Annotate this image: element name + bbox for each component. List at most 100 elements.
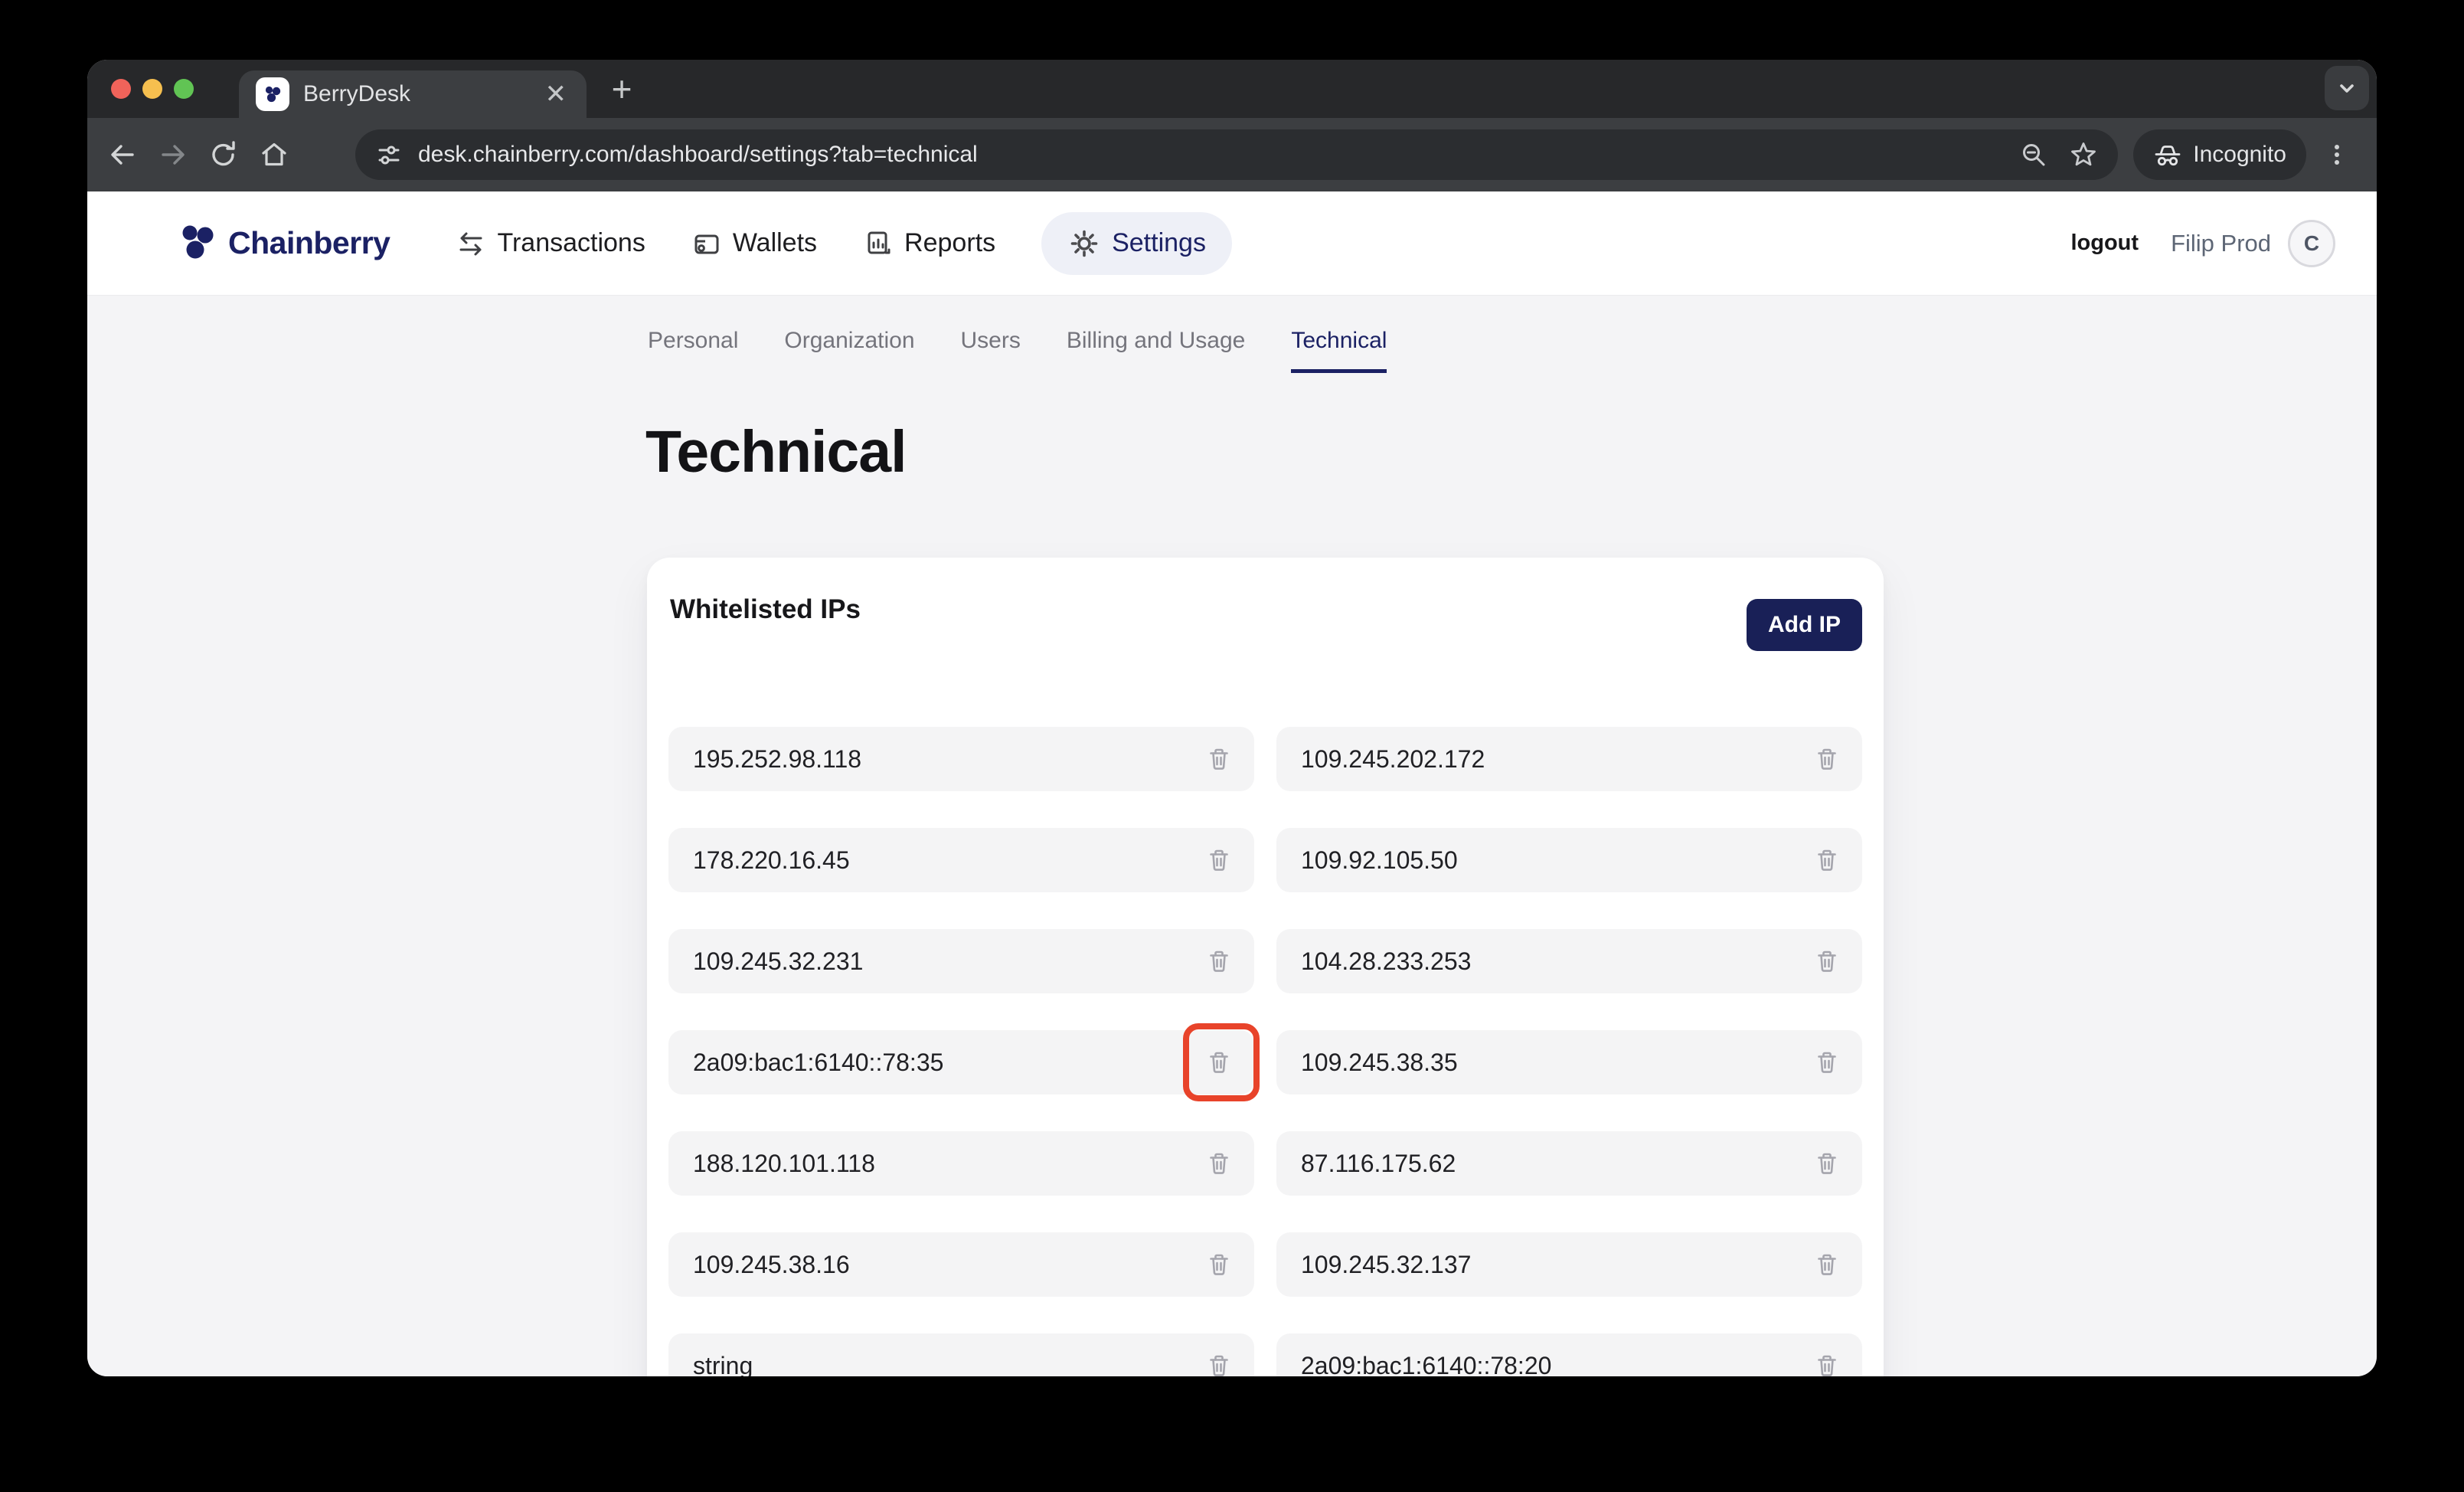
delete-ip-button[interactable] [1806, 1344, 1848, 1376]
nav-item-transactions[interactable]: Transactions [456, 228, 645, 259]
delete-ip-button[interactable] [1198, 738, 1240, 780]
berry-logo-icon [176, 221, 221, 266]
trash-icon [1813, 745, 1841, 773]
brand-name: Chainberry [228, 225, 390, 261]
bookmark-star-icon[interactable] [2069, 140, 2098, 169]
delete-ip-button[interactable] [1806, 1142, 1848, 1185]
forward-button[interactable] [158, 139, 188, 170]
browser-menu-button[interactable] [2320, 138, 2354, 172]
home-button[interactable] [259, 139, 289, 170]
ip-grid: 195.252.98.118 109.245.202.172 178.220.16.… [668, 727, 1862, 1376]
delete-ip-button[interactable] [1198, 1142, 1240, 1185]
chevron-down-icon [2334, 75, 2360, 101]
arrow-right-icon [158, 139, 188, 170]
nav-label: Wallets [733, 228, 817, 258]
home-icon [259, 139, 289, 170]
ip-address: 104.28.233.253 [1301, 947, 1471, 976]
incognito-label: Incognito [2193, 142, 2286, 168]
ip-row: 109.245.38.16 [668, 1232, 1254, 1297]
minimize-window-button[interactable] [142, 79, 162, 99]
nav-label: Transactions [497, 228, 645, 258]
ip-address: 178.220.16.45 [693, 846, 850, 875]
browser-toolbar: desk.chainberry.com/dashboard/settings?t… [87, 118, 2377, 191]
url-bar[interactable]: desk.chainberry.com/dashboard/settings?t… [355, 129, 2118, 180]
settings-tabs: Personal Organization Users Billing and … [648, 328, 1387, 373]
new-tab-button[interactable]: + [602, 69, 642, 109]
ip-row: 87.116.175.62 [1276, 1131, 1862, 1196]
three-dots-icon [2323, 141, 2351, 169]
trash-icon [1813, 1049, 1841, 1076]
back-button[interactable] [107, 139, 138, 170]
reload-button[interactable] [208, 139, 239, 170]
nav-item-wallets[interactable]: Wallets [691, 228, 817, 259]
nav-label: Settings [1112, 228, 1206, 258]
delete-ip-button[interactable] [1806, 1243, 1848, 1286]
logout-button[interactable]: logout [2070, 231, 2139, 256]
tab-users[interactable]: Users [961, 328, 1021, 373]
ip-row: string [668, 1333, 1254, 1376]
trash-icon [1813, 1150, 1841, 1177]
ip-row: 195.252.98.118 [668, 727, 1254, 791]
tab-personal[interactable]: Personal [648, 328, 738, 373]
incognito-icon [2153, 140, 2182, 169]
ip-address: 109.245.38.16 [693, 1251, 850, 1279]
ip-row: 188.120.101.118 [668, 1131, 1254, 1196]
screenshot-stage: BerryDesk ✕ + [0, 0, 2464, 1492]
delete-ip-button[interactable] [1198, 839, 1240, 882]
nav-label: Reports [904, 228, 995, 258]
delete-ip-button[interactable] [1806, 1041, 1848, 1084]
report-icon [863, 228, 894, 259]
user-area: logout Filip Prod C [2070, 220, 2335, 267]
nav-item-settings[interactable]: Settings [1041, 212, 1232, 275]
delete-ip-button[interactable] [1198, 940, 1240, 983]
delete-ip-button[interactable] [1198, 1344, 1240, 1376]
tab-billing-and-usage[interactable]: Billing and Usage [1067, 328, 1245, 373]
ip-row: 2a09:bac1:6140::78:20 [1276, 1333, 1862, 1376]
delete-ip-button[interactable] [1806, 940, 1848, 983]
ip-row: 109.245.202.172 [1276, 727, 1862, 791]
ip-address: 2a09:bac1:6140::78:20 [1301, 1352, 1551, 1377]
berrydesk-favicon-icon [256, 77, 289, 111]
delete-ip-button[interactable] [1198, 1243, 1240, 1286]
trash-icon [1205, 1352, 1233, 1376]
trash-icon [1205, 1049, 1233, 1076]
ip-row: 178.220.16.45 [668, 828, 1254, 892]
trash-icon [1205, 846, 1233, 874]
ip-row: 109.245.32.231 [668, 929, 1254, 993]
ip-address: 2a09:bac1:6140::78:35 [693, 1049, 943, 1077]
arrow-left-icon [107, 139, 138, 170]
tab-technical[interactable]: Technical [1291, 328, 1387, 373]
url-text[interactable]: desk.chainberry.com/dashboard/settings?t… [418, 142, 978, 168]
settings-page: Personal Organization Users Billing and … [87, 296, 2377, 1376]
tab-search-button[interactable] [2325, 66, 2369, 110]
close-window-button[interactable] [111, 79, 131, 99]
ip-address: 109.245.202.172 [1301, 745, 1485, 774]
nav-item-reports[interactable]: Reports [863, 228, 995, 259]
app-navbar: Chainberry Transactions [87, 191, 2377, 296]
trash-icon [1205, 1150, 1233, 1177]
browser-tab-berrydesk[interactable]: BerryDesk ✕ [239, 70, 587, 118]
ip-row: 109.245.32.137 [1276, 1232, 1862, 1297]
add-ip-button[interactable]: Add IP [1747, 599, 1862, 651]
ip-address: 109.245.32.231 [693, 947, 863, 976]
zoom-out-icon[interactable] [2020, 141, 2047, 169]
card-heading: Whitelisted IPs [670, 594, 861, 625]
trash-icon [1813, 1352, 1841, 1376]
whitelisted-ips-card: Whitelisted IPs Add IP 195.252.98.118 109… [647, 558, 1884, 1376]
avatar[interactable]: C [2288, 220, 2335, 267]
incognito-badge: Incognito [2133, 129, 2306, 180]
trash-icon [1813, 947, 1841, 975]
site-settings-icon[interactable] [375, 141, 403, 169]
ip-row: 109.92.105.50 [1276, 828, 1862, 892]
trash-icon [1205, 745, 1233, 773]
chainberry-logo[interactable]: Chainberry [176, 221, 390, 266]
delete-ip-button[interactable] [1198, 1041, 1240, 1084]
ip-address: 109.245.32.137 [1301, 1251, 1471, 1279]
fullscreen-window-button[interactable] [174, 79, 194, 99]
tab-organization[interactable]: Organization [784, 328, 914, 373]
delete-ip-button[interactable] [1806, 738, 1848, 780]
gear-icon [1067, 227, 1101, 260]
close-tab-icon[interactable]: ✕ [542, 81, 570, 107]
ip-address: 195.252.98.118 [693, 745, 861, 774]
delete-ip-button[interactable] [1806, 839, 1848, 882]
